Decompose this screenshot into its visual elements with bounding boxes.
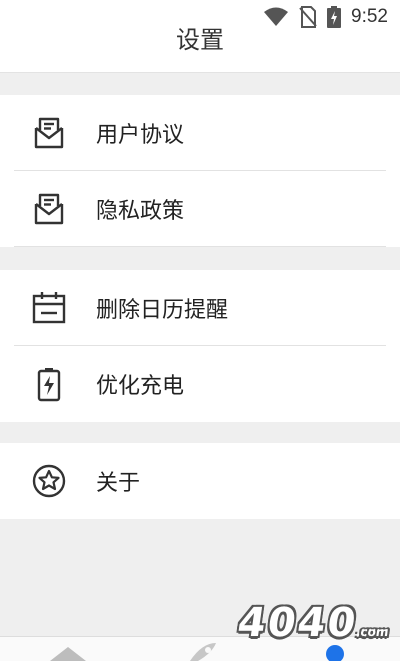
settings-group-agreements: 用户协议 隐私政策 <box>0 95 400 247</box>
menu-item-privacy-policy[interactable]: 隐私政策 <box>0 171 400 247</box>
divider <box>14 246 386 247</box>
battery-charging-icon <box>37 368 61 402</box>
settings-group-tools: 删除日历提醒 优化充电 <box>0 270 400 422</box>
settings-group-about: 关于 <box>0 443 400 519</box>
wifi-icon <box>264 7 289 26</box>
home-tab-icon[interactable] <box>48 645 88 661</box>
mail-icon <box>34 193 64 225</box>
menu-item-label: 删除日历提醒 <box>96 298 229 323</box>
menu-item-label: 隐私政策 <box>96 199 185 224</box>
watermark-suffix: .com <box>355 625 390 639</box>
watermark-text: 4040 <box>234 600 361 646</box>
menu-item-user-agreement[interactable]: 用户协议 <box>0 95 400 171</box>
menu-item-label: 用户协议 <box>96 123 185 148</box>
menu-item-optimize-charging[interactable]: 优化充电 <box>0 346 400 422</box>
status-time: 9:52 <box>351 6 388 27</box>
menu-item-delete-calendar-reminder[interactable]: 删除日历提醒 <box>0 270 400 346</box>
site-watermark: 4040.com <box>235 600 393 646</box>
mail-icon <box>34 117 64 149</box>
rocket-tab-icon[interactable] <box>186 641 220 661</box>
status-bar: 9:52 <box>263 6 388 28</box>
star-circle-icon <box>32 464 66 498</box>
menu-item-about[interactable]: 关于 <box>0 443 400 519</box>
battery-icon <box>327 6 342 28</box>
calendar-icon <box>32 292 66 324</box>
no-sim-icon <box>299 6 317 28</box>
menu-item-label: 优化充电 <box>96 374 185 399</box>
menu-item-label: 关于 <box>96 471 141 496</box>
